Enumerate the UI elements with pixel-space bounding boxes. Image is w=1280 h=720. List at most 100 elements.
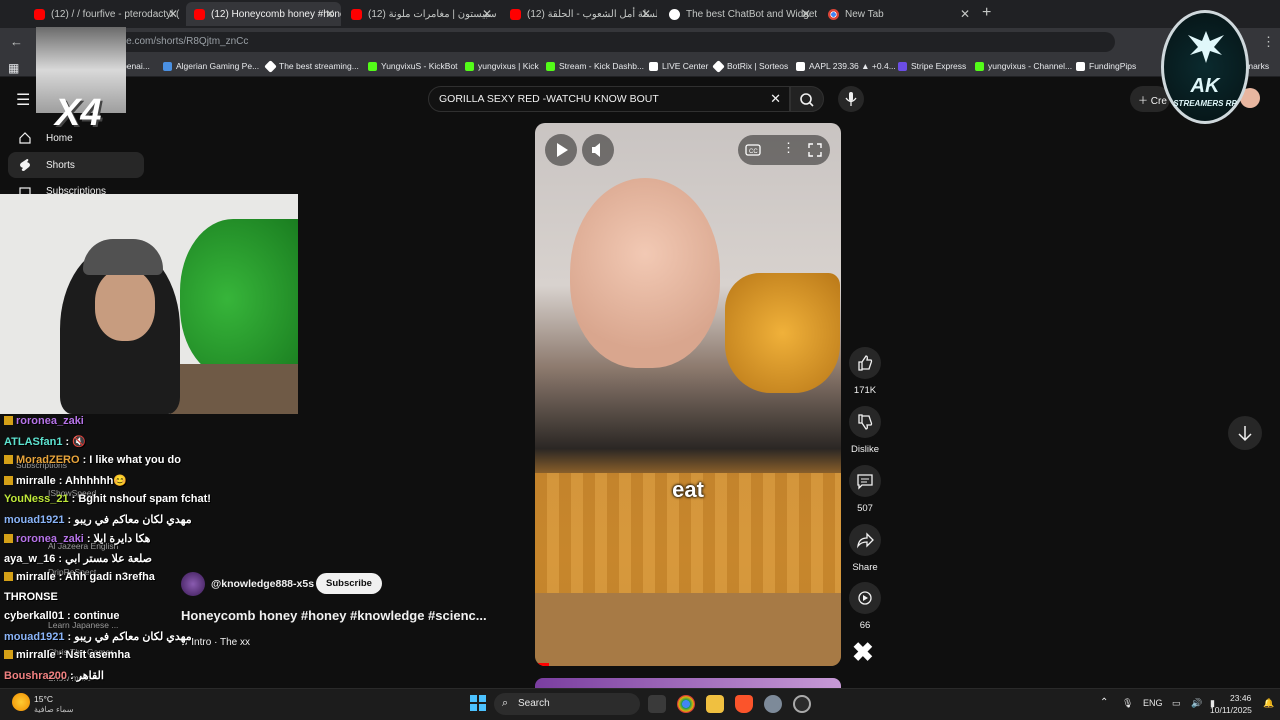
dislike-button[interactable]: Dislike	[848, 406, 882, 455]
close-icon[interactable]: ✕	[482, 7, 492, 21]
close-icon[interactable]: ✕	[168, 7, 178, 21]
ak-streamers-logo: AK STREAMERS RP	[1161, 10, 1249, 124]
channel-name[interactable]: @knowledge888-x5s	[211, 578, 314, 590]
file-explorer-icon[interactable]	[706, 695, 724, 713]
share-button[interactable]: Share	[848, 524, 882, 573]
chat-message: mirralle: Ahh gadi n3refha	[4, 571, 155, 583]
eagle-icon	[1188, 31, 1224, 63]
plus-icon: ＋	[1138, 96, 1151, 107]
video-controls-group: CC ⋮	[738, 135, 830, 165]
dislike-icon	[858, 414, 873, 430]
play-button[interactable]	[545, 134, 577, 166]
chat-text: : I like what you do	[82, 454, 181, 466]
tab-new-tab[interactable]: New Tab ✕	[820, 2, 976, 26]
desk	[170, 364, 298, 414]
chat-username: roronea_zaki	[16, 533, 84, 545]
arrow-down-icon	[1238, 426, 1252, 442]
clear-search-icon[interactable]: ✕	[770, 91, 781, 107]
chat-username: roronea_zaki	[16, 415, 84, 427]
bookmark-item[interactable]: marks	[1246, 61, 1269, 71]
chat-text: : Bghit nshouf spam fchat!	[71, 493, 211, 505]
network-icon[interactable]: ▭	[1172, 698, 1181, 709]
youtube-icon	[351, 8, 362, 20]
search-icon	[800, 93, 814, 107]
more-options-icon[interactable]: ⋮	[782, 140, 795, 156]
bookmark-item[interactable]: AAPL 239.36 ▲ +0.4...	[796, 61, 896, 71]
bookmark-item[interactable]: LIVE Center	[649, 61, 708, 71]
clock-time[interactable]: 23:46	[1230, 693, 1251, 703]
bookmark-item[interactable]: The best streaming...	[264, 59, 359, 73]
windows-start-icon[interactable]	[470, 695, 486, 711]
close-icon[interactable]: ✕	[960, 7, 970, 21]
close-icon[interactable]: ✖	[852, 637, 874, 668]
search-icon: ⌕	[502, 697, 509, 709]
language-indicator[interactable]: ENG	[1143, 698, 1163, 708]
comments-button[interactable]: 507	[848, 465, 882, 514]
subscribe-button[interactable]: Subscribe	[316, 573, 382, 594]
bookmark-item[interactable]: Stream - Kick Dashb...	[546, 61, 644, 71]
progress-bar[interactable]	[535, 663, 549, 666]
youtube-icon	[34, 8, 45, 20]
chat-message: mouad1921: مهدي لكان معاكم في ريبو	[4, 513, 192, 526]
next-video-button[interactable]	[1228, 416, 1262, 450]
tab-fourfive[interactable]: (12) / / fourfive - pterodactyl (✕	[26, 2, 184, 26]
tab-spacetoon[interactable]: (12) سبيستون | مغامرات ملونة -✕	[343, 2, 498, 26]
youtube-icon	[510, 8, 521, 20]
chat-message: YouNess_21: Bghit nshouf spam fchat!	[4, 493, 211, 505]
chat-username: mirralle	[16, 474, 56, 487]
clock-date[interactable]: 10/11/2025	[1210, 705, 1252, 715]
weather-temp[interactable]: 15°C	[34, 694, 53, 704]
taskbar-search[interactable]: ⌕ Search	[494, 693, 640, 715]
tab-chatbot[interactable]: The best ChatBot and Widgets ✕	[661, 2, 817, 26]
close-icon[interactable]: ✕	[801, 7, 811, 21]
close-icon[interactable]: ✕	[325, 7, 335, 21]
task-view-icon[interactable]	[648, 695, 666, 713]
settings-icon[interactable]	[764, 695, 782, 713]
next-short-preview[interactable]	[535, 678, 841, 688]
bookmark-item[interactable]: yungvixus - Channel...	[975, 61, 1072, 71]
chat-username: cyberkall01	[4, 610, 64, 622]
windows-taskbar	[0, 688, 1280, 720]
close-icon[interactable]: ✕	[641, 7, 651, 21]
video-title[interactable]: Honeycomb honey #honey #knowledge #scien…	[181, 608, 487, 623]
chevron-up-icon[interactable]: ⌃	[1100, 697, 1108, 708]
fullscreen-icon[interactable]	[806, 141, 824, 159]
captions-icon[interactable]: CC	[744, 141, 762, 159]
voice-search-button[interactable]	[838, 86, 864, 112]
bookmark-item[interactable]: benai...	[122, 61, 150, 71]
mic-icon[interactable]: 🎙	[1122, 698, 1133, 709]
address-bar[interactable]: ube.com/shorts/R8Qjtm_znCc	[105, 32, 1115, 52]
speaker-icon[interactable]: 🔊	[1191, 698, 1202, 709]
search-button[interactable]	[790, 86, 824, 112]
notifications-icon[interactable]: 🔔	[1263, 698, 1274, 709]
new-tab-icon[interactable]: +	[982, 4, 991, 22]
menu-icon[interactable]: ⋮	[1262, 34, 1275, 50]
remix-button[interactable]: 66	[848, 582, 882, 631]
sidebar-item-shorts[interactable]: Shorts	[8, 152, 144, 178]
tab-series[interactable]: (12) سلسلة أمل الشعوب - الحلقة ✕	[502, 2, 657, 26]
bookmark-item[interactable]: FundingPips	[1076, 61, 1136, 71]
multiplier-label: X4	[55, 92, 102, 134]
brave-icon[interactable]	[735, 695, 753, 713]
like-icon	[858, 355, 873, 371]
back-icon[interactable]: ←	[10, 34, 23, 49]
obs-icon[interactable]	[793, 695, 811, 713]
like-button[interactable]: 171K	[848, 347, 882, 396]
bookmark-item[interactable]: Stripe Express	[898, 61, 966, 71]
shorts-video-player[interactable]: eat CC ⋮	[535, 123, 841, 666]
channel-avatar[interactable]	[181, 572, 205, 596]
tab-honeycomb[interactable]: (12) Honeycomb honey #honey ✕	[186, 2, 341, 26]
volume-button[interactable]	[582, 134, 614, 166]
hamburger-menu-icon[interactable]: ☰	[16, 90, 30, 110]
volume-icon	[592, 143, 600, 157]
search-input[interactable]: GORILLA SEXY RED -WATCHU KNOW BOUT ✕	[428, 86, 790, 112]
apps-icon[interactable]: ▦	[8, 61, 19, 75]
chrome-icon[interactable]	[677, 695, 695, 713]
bookmark-item[interactable]: BotRix | Sorteos	[712, 59, 788, 73]
bookmark-item[interactable]: yungvixus | Kick	[465, 61, 539, 71]
chat-text: : continue	[66, 610, 120, 622]
bookmark-item[interactable]: YungvixuS - KickBot	[368, 61, 458, 71]
chat-message: mouad1921: مهدي لكان معاكم في ريبو	[4, 630, 192, 643]
comment-icon	[857, 474, 873, 490]
bookmark-item[interactable]: Algerian Gaming Pe...	[163, 61, 259, 71]
